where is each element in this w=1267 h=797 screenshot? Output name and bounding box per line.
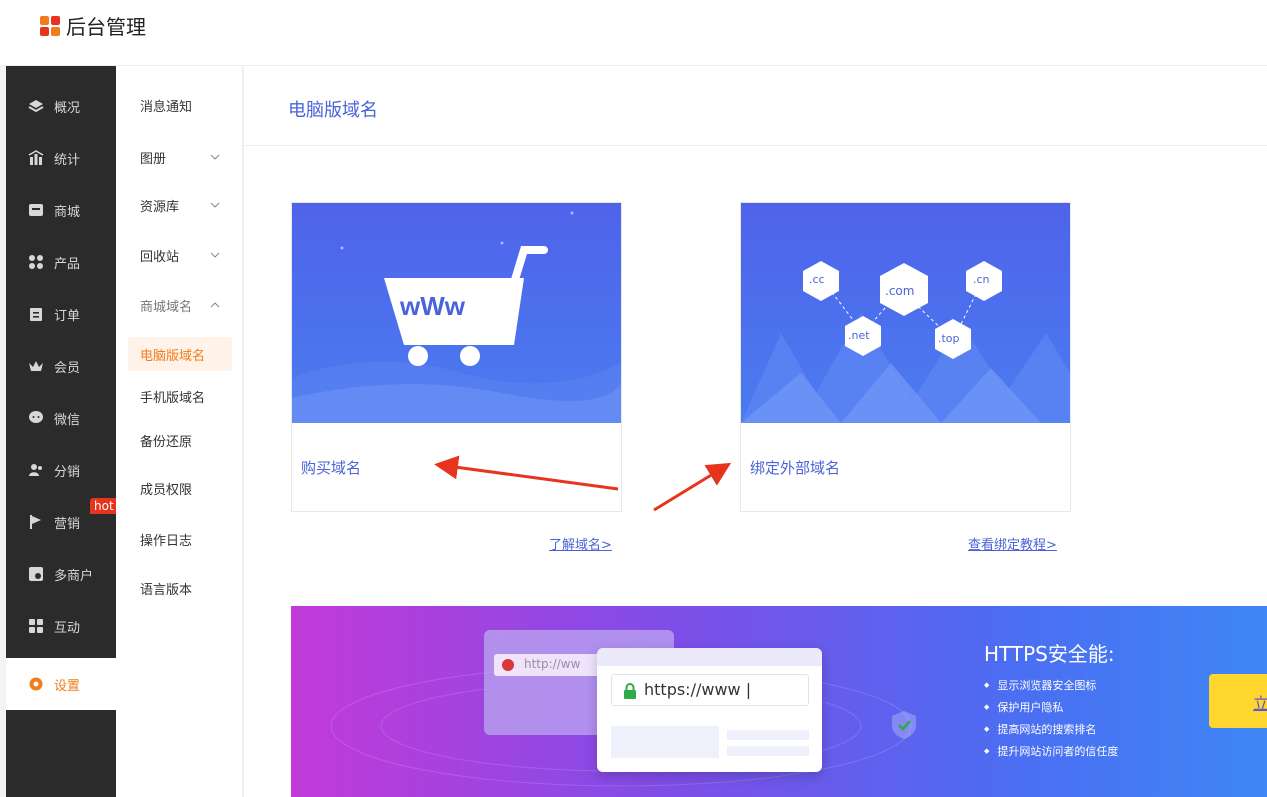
layers-icon (28, 98, 44, 114)
subnav-item-mobile-domain[interactable]: 手机版域名 (128, 379, 232, 413)
chart-icon (28, 150, 44, 166)
tld-cc: .cc (809, 273, 825, 286)
sidebar-item-distribution[interactable]: 分销 (6, 444, 116, 496)
page-title: 电脑版域名 (288, 100, 378, 121)
subnav-item-mall-domain[interactable]: 商城域名 (128, 288, 232, 322)
primary-sidebar: 概况 统计 商城 产品 订单 会员 微信 分销 营销 多商户 互动 设置 hot (6, 66, 118, 797)
sidebar-item-label: 多商户 (54, 568, 94, 584)
banner-point: 保护用户隐私 (984, 696, 1118, 718)
learn-domain-link[interactable]: 了解域名> (549, 534, 612, 553)
cart-www-text: wWw (400, 291, 465, 321)
subnav-item-label: 语言版本 (140, 582, 193, 598)
sidebar-item-label: 微信 (54, 412, 81, 428)
banner-cta-button[interactable]: 立 (1209, 674, 1267, 728)
banner-point: 显示浏览器安全图标 (984, 674, 1118, 696)
subnav-item-logs[interactable]: 操作日志 (128, 522, 232, 556)
sidebar-item-overview[interactable]: 概况 (6, 80, 116, 132)
page-header: 电脑版域名 (244, 66, 1267, 146)
subnav-item-label: 消息通知 (140, 99, 193, 115)
apps-icon (28, 618, 44, 634)
bind-domain-card[interactable]: .cc .com .cn .net .top 绑定外部域名 (740, 202, 1071, 512)
subnav-item-label: 回收站 (140, 249, 180, 265)
top-bar: 后台管理 (0, 0, 1267, 66)
chevron-up-icon (210, 299, 220, 314)
subnav-item-notifications[interactable]: 消息通知 (128, 88, 232, 122)
subnav-item-label: 手机版域名 (140, 390, 206, 406)
https-url-bar: https://www | (611, 674, 809, 706)
subnav-item-label: 商城域名 (140, 299, 193, 315)
sidebar-item-label: 订单 (54, 308, 81, 324)
tld-top: .top (938, 332, 960, 345)
subnav-item-album[interactable]: 图册 (128, 140, 232, 174)
subnav-item-label: 资源库 (140, 199, 180, 215)
gear-icon (28, 676, 44, 692)
buy-domain-label: 购买域名 (301, 459, 362, 477)
sidebar-item-interaction[interactable]: 互动 (6, 600, 116, 652)
warning-icon (502, 659, 514, 671)
hot-badge: hot (90, 498, 118, 514)
flag-icon (28, 514, 44, 530)
sidebar-item-label: 商城 (54, 204, 81, 220)
sidebar-item-multi-merchant[interactable]: 多商户 (6, 548, 116, 600)
tld-illustration: .cc .com .cn .net .top (741, 203, 1070, 423)
app-title: 后台管理 (66, 15, 146, 39)
subnav-item-permissions[interactable]: 成员权限 (128, 471, 232, 505)
sidebar-item-products[interactable]: 产品 (6, 236, 116, 288)
sidebar-item-members[interactable]: 会员 (6, 340, 116, 392)
users-icon (28, 462, 44, 478)
chevron-down-icon (210, 249, 220, 264)
sidebar-item-label: 统计 (54, 152, 81, 168)
chat-icon (28, 410, 44, 426)
subnav-item-pc-domain[interactable]: 电脑版域名 (128, 337, 232, 371)
tld-cn: .cn (973, 273, 990, 286)
sidebar-item-mall[interactable]: 商城 (6, 184, 116, 236)
subnav-item-label: 备份还原 (140, 434, 193, 450)
chevron-down-icon (210, 199, 220, 214)
sidebar-item-stats[interactable]: 统计 (6, 132, 116, 184)
chevron-down-icon (210, 151, 220, 166)
subnav-item-label: 电脑版域名 (140, 348, 206, 364)
subnav-item-backup[interactable]: 备份还原 (128, 423, 232, 457)
sidebar-item-label: 互动 (54, 620, 81, 636)
sidebar-item-label: 产品 (54, 256, 81, 272)
shield-icon (891, 710, 917, 744)
sidebar-item-orders[interactable]: 订单 (6, 288, 116, 340)
app-logo[interactable]: 后台管理 (40, 11, 146, 40)
subnav-item-recycle-bin[interactable]: 回收站 (128, 238, 232, 272)
secondary-nav: 消息通知 图册 资源库 回收站 商城域名 电脑版域名 手机版域名 备份还原 成员… (116, 66, 243, 797)
bind-tutorial-link[interactable]: 查看绑定教程> (968, 534, 1057, 553)
https-banner[interactable]: http://ww https://www | HTTPS安全能: 显示浏览器安… (291, 606, 1267, 797)
banner-title: HTTPS安全能: (984, 642, 1115, 666)
crown-icon (28, 358, 44, 374)
grid-icon (28, 254, 44, 270)
tld-com: .com (885, 284, 915, 298)
main-content: 电脑版域名 wWw 购买域名 了解域名> .cc .com .cn .net .… (244, 66, 1267, 797)
subnav-item-resources[interactable]: 资源库 (128, 188, 232, 222)
sidebar-item-wechat[interactable]: 微信 (6, 392, 116, 444)
sidebar-footer (6, 710, 116, 797)
sidebar-item-label: 分销 (54, 464, 81, 480)
banner-points: 显示浏览器安全图标 保护用户隐私 提高网站的搜索排名 提升网站访问者的信任度 (984, 674, 1118, 762)
banner-point: 提高网站的搜索排名 (984, 718, 1118, 740)
lock-icon (623, 683, 637, 703)
sidebar-item-settings[interactable]: 设置 (6, 658, 116, 710)
clipboard-icon (28, 306, 44, 322)
tld-net: .net (848, 329, 870, 342)
cart-illustration: wWw (292, 203, 621, 423)
store-icon (28, 202, 44, 218)
https-browser-window: https://www | (597, 648, 822, 772)
subnav-item-label: 图册 (140, 151, 167, 167)
banner-point: 提升网站访问者的信任度 (984, 740, 1118, 762)
buy-domain-card[interactable]: wWw 购买域名 (291, 202, 622, 512)
logo-icon (40, 15, 60, 36)
sidebar-item-label: 会员 (54, 360, 81, 376)
sidebar-item-label: 概况 (54, 100, 81, 116)
sidebar-item-label: 营销 (54, 516, 81, 532)
subnav-item-language[interactable]: 语言版本 (128, 571, 232, 605)
subnav-item-label: 成员权限 (140, 482, 193, 498)
shop-icon (28, 566, 44, 582)
bind-domain-label: 绑定外部域名 (750, 459, 841, 477)
sidebar-item-label: 设置 (54, 678, 81, 694)
subnav-item-label: 操作日志 (140, 533, 193, 549)
